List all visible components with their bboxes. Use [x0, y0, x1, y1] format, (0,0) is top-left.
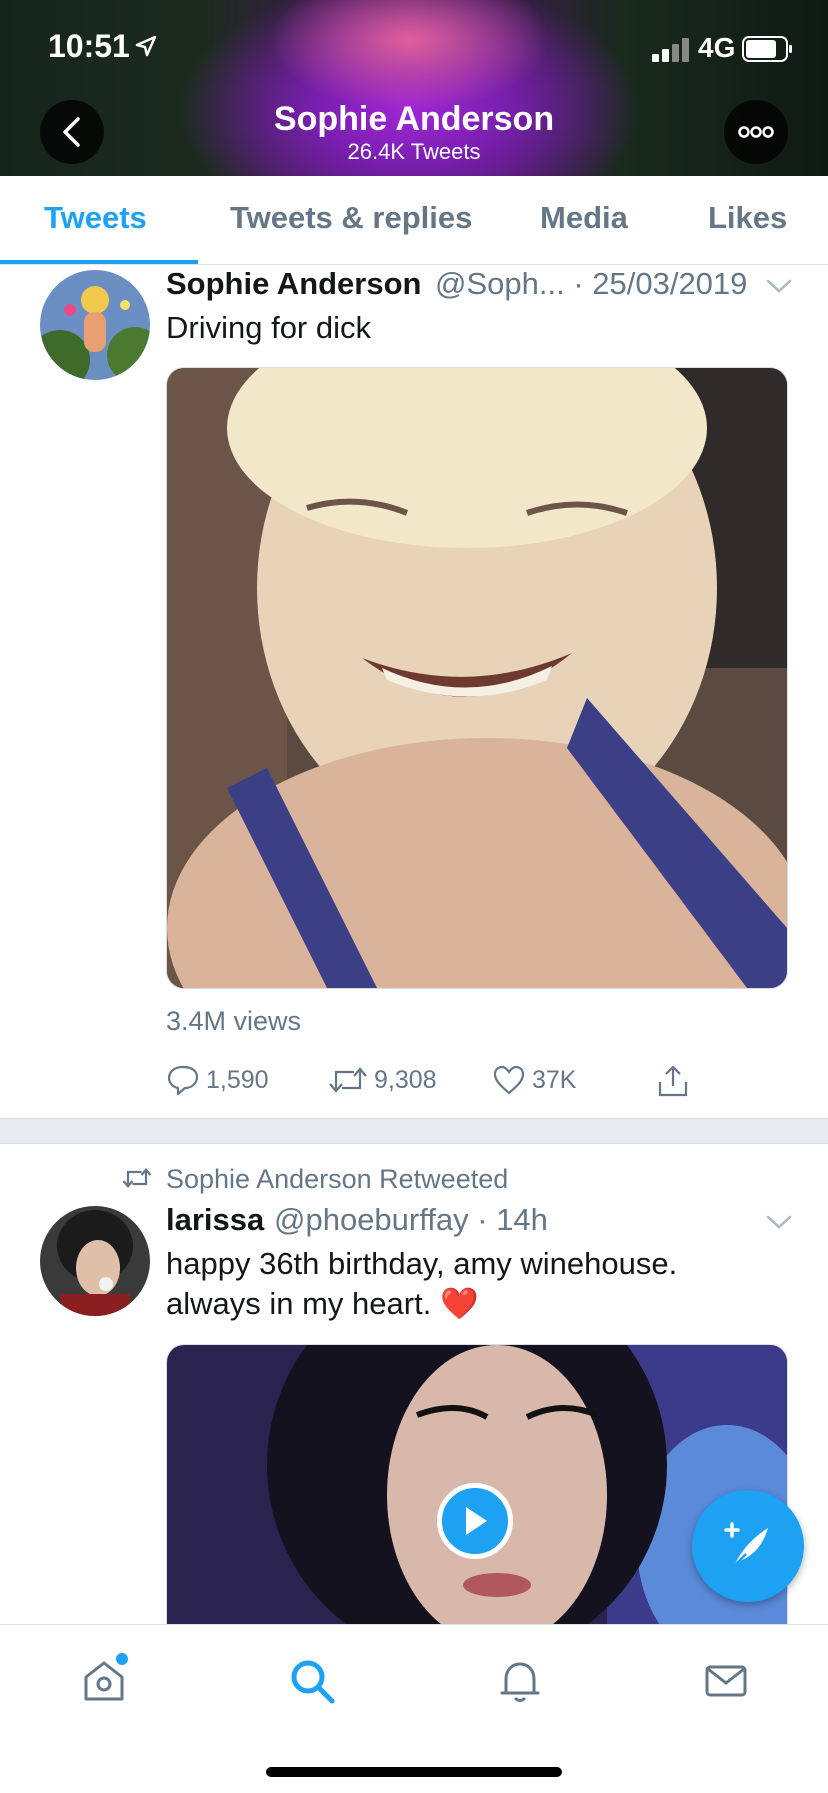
tweet-video[interactable]	[166, 1344, 788, 1645]
view-count: 3.4M views	[166, 1006, 302, 1036]
tweet-author[interactable]: Sophie Anderson	[166, 266, 421, 302]
avatar[interactable]	[40, 1206, 150, 1316]
avatar[interactable]	[40, 270, 150, 380]
tweet-separator	[0, 1118, 828, 1144]
network-type: 4G	[698, 32, 736, 63]
play-button[interactable]	[437, 1483, 513, 1559]
nav-notifications[interactable]	[492, 1653, 548, 1709]
reply-count: 1,590	[206, 1065, 269, 1094]
compose-feather-icon	[724, 1522, 768, 1567]
tweet-text-line: happy 36th birthday, amy winehouse.	[166, 1246, 678, 1281]
bottom-navigation	[0, 1624, 828, 1793]
share-icon	[658, 1065, 688, 1097]
tweet-text-line: always in my heart. ❤️	[166, 1286, 479, 1321]
signal-icon	[652, 38, 689, 62]
battery-icon	[742, 36, 792, 62]
active-tab-indicator	[0, 260, 198, 264]
retweet-icon	[329, 1067, 367, 1093]
search-icon	[291, 1660, 335, 1704]
tab-media[interactable]: Media	[540, 200, 628, 236]
retweeted-by-label[interactable]: Sophie Anderson Retweeted	[166, 1164, 508, 1195]
nav-messages[interactable]	[698, 1653, 754, 1709]
notification-dot	[116, 1653, 128, 1665]
tweet-handle-time: @Soph... · 25/03/2019	[435, 266, 748, 301]
tweet-video[interactable]	[166, 367, 788, 989]
avatar-image	[40, 270, 150, 380]
retweet-button[interactable]: 9,308	[328, 1064, 437, 1096]
bell-icon	[500, 1662, 540, 1702]
heart-icon	[493, 1065, 525, 1095]
heart-emoji: ❤️	[439, 1286, 479, 1321]
tab-tweets-replies[interactable]: Tweets & replies	[230, 200, 472, 236]
retweet-icon	[122, 1168, 152, 1188]
chevron-down-icon[interactable]	[766, 278, 792, 294]
profile-tabs: Tweets Tweets & replies Media Likes	[0, 176, 828, 265]
more-dots-icon	[738, 126, 774, 138]
compose-tweet-button[interactable]	[692, 1490, 804, 1602]
profile-header: 10:51 4G Sophie Anderson 26.4K Tweets	[0, 0, 828, 176]
location-arrow-icon	[135, 35, 157, 57]
chevron-down-icon[interactable]	[766, 1214, 792, 1230]
profile-name: Sophie Anderson	[273, 100, 555, 138]
avatar-image	[40, 1206, 150, 1316]
reply-button[interactable]: 1,590	[166, 1064, 269, 1096]
retweet-count: 9,308	[374, 1065, 437, 1094]
tab-likes[interactable]: Likes	[708, 200, 787, 236]
tweet-author[interactable]: larissa	[166, 1202, 264, 1238]
nav-search[interactable]	[284, 1653, 340, 1709]
nav-home[interactable]	[76, 1653, 132, 1709]
tweet-text: Driving for dick	[166, 310, 371, 345]
like-button[interactable]: 37K	[492, 1064, 576, 1096]
mail-icon	[705, 1665, 747, 1697]
tweet-count: 26.4K Tweets	[347, 139, 481, 164]
like-count: 37K	[532, 1065, 577, 1094]
status-time: 10:51	[48, 28, 130, 64]
tweet-text: happy 36th birthday, amy winehouse. alwa…	[166, 1244, 786, 1324]
more-options-button[interactable]	[724, 100, 788, 164]
home-indicator	[266, 1767, 562, 1777]
share-button[interactable]	[656, 1064, 696, 1098]
tab-tweets[interactable]: Tweets	[44, 200, 147, 236]
play-icon	[466, 1507, 487, 1535]
video-thumbnail	[167, 368, 787, 988]
reply-icon	[167, 1065, 199, 1096]
tweet-handle-time: @phoeburffay · 14h	[274, 1202, 548, 1237]
